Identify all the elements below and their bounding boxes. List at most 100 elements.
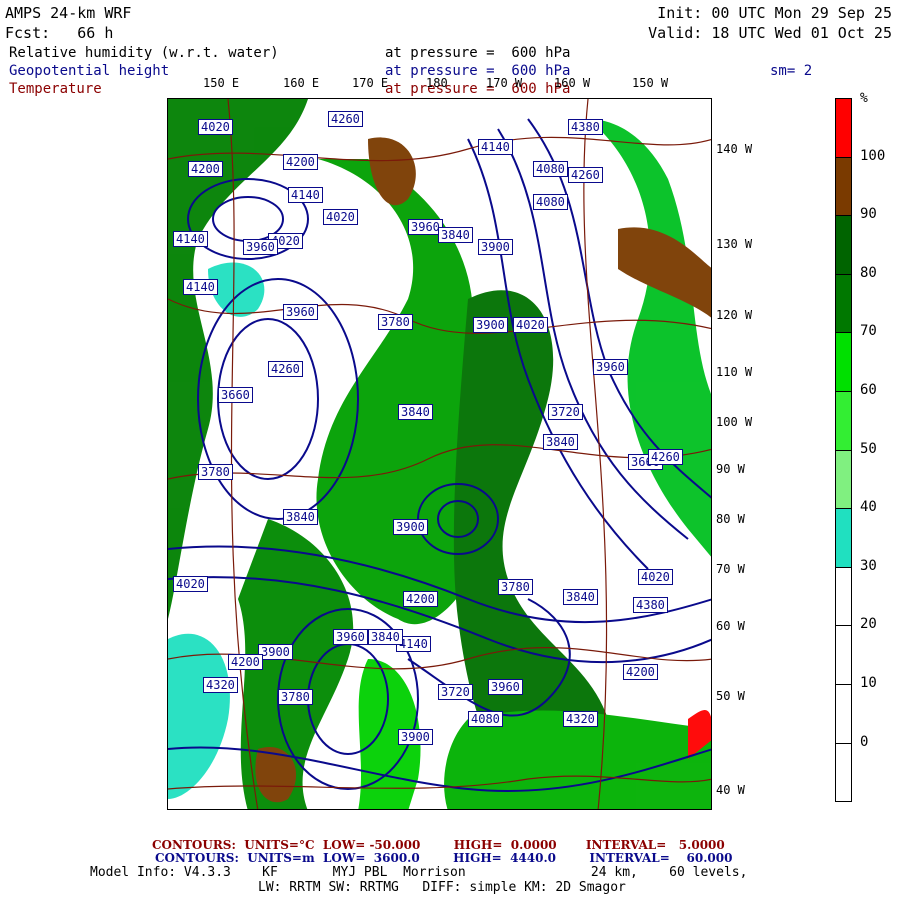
height-contour-label: 3900	[393, 519, 428, 535]
height-contour-label: 3780	[378, 314, 413, 330]
lon-label: 150 W	[632, 76, 669, 90]
height-contour-label: 3960	[283, 304, 318, 320]
colorbar-label: 20	[860, 616, 877, 633]
height-contour-label: 3900	[478, 239, 513, 255]
height-contour-label: 4260	[568, 167, 603, 183]
field-rh-level: at pressure = 600 hPa	[385, 45, 571, 61]
height-contour-label: 4200	[403, 591, 438, 607]
colorbar-label: 10	[860, 675, 877, 691]
height-contour-label: 3840	[368, 629, 403, 645]
height-contour-label: 4320	[563, 711, 598, 727]
height-contour-label: 3900	[473, 317, 508, 333]
height-contour-label: 3720	[438, 684, 473, 700]
weather-map: 4020 4260 4380 4140 4200 4200 4080 4020 4080 4260…	[167, 98, 712, 810]
height-contour-label: 4020	[198, 119, 233, 135]
height-contour-label: 3780	[198, 464, 233, 480]
temp-contour-info: CONTOURS: UNITS=°C LOW= -50.000 HIGH= 0.…	[152, 838, 725, 852]
colorbar-label: 90	[860, 206, 877, 223]
colorbar-label: 60	[860, 382, 877, 398]
lon-label: 160 E	[283, 76, 320, 90]
height-contour-label: 4080	[468, 711, 503, 727]
height-contour-label: 4200	[623, 664, 658, 680]
colorbar-unit: %	[860, 91, 868, 106]
colorbar-swatch	[835, 215, 852, 275]
height-contour-label: 4260	[648, 449, 683, 465]
lon-label: 170 W	[486, 76, 523, 90]
forecast-hour: Fcst: 66 h	[5, 24, 114, 42]
height-contour-label: 4020	[173, 576, 208, 592]
colorbar-label: 100	[860, 147, 886, 164]
height-contour-label: 4140	[183, 279, 218, 295]
height-contour-label: 4140	[288, 187, 323, 203]
colorbar-swatch	[835, 742, 852, 803]
height-contour-info: CONTOURS: UNITS=m LOW= 3600.0 HIGH= 4440…	[155, 851, 733, 865]
colorbar-label: 80	[860, 264, 877, 281]
height-contour-label: 4020	[513, 317, 548, 333]
height-contour-label: 3900	[258, 644, 293, 660]
lat-label: 40 W	[716, 783, 745, 797]
colorbar-swatch	[835, 625, 852, 685]
height-contour-label: 3780	[498, 579, 533, 595]
lat-label: 70 W	[716, 562, 745, 576]
height-contour-label: 4140	[478, 139, 513, 155]
height-contour-label: 3780	[278, 689, 313, 705]
height-contour-label: 3900	[398, 729, 433, 745]
height-contour-label: 3960	[243, 239, 278, 255]
field-temp: Temperature	[9, 81, 102, 97]
model-info: Model Info: V4.3.3 KF MYJ PBL Morrison 2…	[90, 865, 748, 880]
height-contour-label: 3960	[593, 359, 628, 375]
lat-label: 60 W	[716, 619, 745, 633]
height-contour-label: 4260	[328, 111, 363, 127]
height-contour-label: 4020	[638, 569, 673, 585]
colorbar-label: 0	[860, 733, 869, 750]
field-temp-level: at pressure = 600 hPa	[385, 81, 571, 97]
height-contour-label: 3660	[218, 387, 253, 403]
height-contour-label: 4080	[533, 161, 568, 177]
lat-label: 110 W	[716, 365, 753, 379]
lat-label: 140 W	[716, 142, 753, 156]
model-title: AMPS 24-km WRF	[5, 4, 132, 22]
lat-label: 90 W	[716, 462, 745, 476]
lat-label: 50 W	[716, 689, 745, 703]
height-contour-label: 4200	[188, 161, 223, 177]
height-contour-label: 3840	[283, 509, 318, 525]
smoothing: sm= 2	[770, 63, 813, 79]
height-contour-label: 4320	[203, 677, 238, 693]
colorbar-swatch	[835, 332, 852, 392]
height-contour-label: 4260	[268, 361, 303, 377]
colorbar-label: 30	[860, 557, 877, 574]
init-time: Init: 00 UTC Mon 29 Sep 25	[657, 4, 892, 22]
height-contour-label: 3840	[563, 589, 598, 605]
colorbar-swatch	[835, 98, 852, 158]
height-contour-label: 3840	[398, 404, 433, 420]
lat-label: 120 W	[716, 308, 753, 322]
height-contour-label: 3960	[488, 679, 523, 695]
colorbar-label: 50	[860, 440, 877, 457]
height-contour-label: 3960	[333, 629, 368, 645]
lon-label: 180	[426, 76, 448, 90]
height-contour-label: 3840	[438, 227, 473, 243]
height-contour-label: 4020	[323, 209, 358, 225]
height-contour-label: 4080	[533, 194, 568, 210]
height-contour-label: 4380	[568, 119, 603, 135]
lon-label: 170 E	[352, 76, 389, 90]
colorbar-swatch	[835, 684, 852, 744]
field-height: Geopotential height	[9, 63, 170, 79]
lat-label: 100 W	[716, 415, 753, 429]
height-contour-label: 4200	[283, 154, 318, 170]
valid-time: Valid: 18 UTC Wed 01 Oct 25	[648, 24, 892, 42]
colorbar-swatch	[835, 391, 852, 451]
lon-label: 150 E	[203, 76, 240, 90]
colorbar-swatch	[835, 508, 852, 568]
model-info-physics: LW: RRTM SW: RRTMG DIFF: simple KM: 2D S…	[258, 880, 626, 895]
colorbar-label: 40	[860, 499, 877, 516]
height-contour-label: 3840	[543, 434, 578, 450]
height-contour-label: 4140	[173, 231, 208, 247]
colorbar-swatch	[835, 566, 852, 627]
colorbar-swatch	[835, 273, 852, 334]
height-contour-label: 4380	[633, 597, 668, 613]
height-contour-label: 3720	[548, 404, 583, 420]
field-height-level: at pressure = 600 hPa	[385, 63, 571, 79]
lon-label: 160 W	[554, 76, 591, 90]
lat-label: 80 W	[716, 512, 745, 526]
